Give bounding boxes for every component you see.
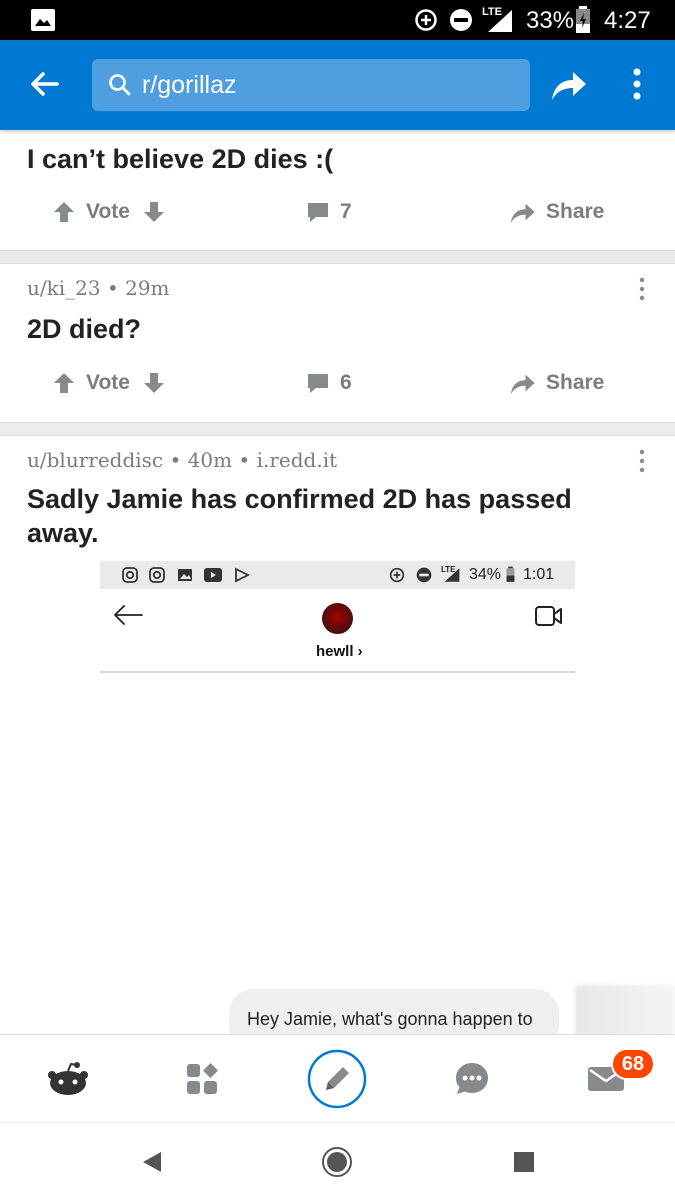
share-label: Share (546, 200, 605, 223)
embedded-status-bar: LTE 34% 1:01 (100, 561, 575, 589)
post-separator (0, 422, 675, 436)
post-age: 29m (125, 276, 170, 300)
play-store-icon (235, 567, 250, 583)
post-actions: Vote 6 Share (0, 363, 675, 403)
gallery-icon (178, 569, 192, 581)
battery-percent: 33% (526, 7, 575, 34)
comment-count: 7 (340, 200, 352, 223)
post-title[interactable]: Sadly Jamie has confirmed 2D has passed … (27, 482, 627, 550)
post-title[interactable]: I can’t believe 2D dies :( (27, 142, 627, 176)
vote-label: Vote (86, 371, 130, 394)
share-button[interactable]: Share (508, 363, 604, 403)
embedded-battery-percent: 34% (469, 566, 502, 583)
video-call-icon (535, 606, 562, 626)
do-not-disturb-icon (416, 567, 432, 583)
home-icon (48, 1062, 88, 1095)
downvote-arrow-icon[interactable] (142, 200, 166, 224)
upvote-arrow-icon[interactable] (52, 371, 76, 395)
instagram-icon (149, 567, 165, 583)
more-vertical-icon[interactable] (622, 64, 652, 104)
gallery-notification-icon (31, 9, 55, 31)
data-saver-icon (389, 567, 405, 583)
post-card[interactable]: I can’t believe 2D dies :( Vote 7 Share (0, 130, 675, 250)
data-saver-icon (415, 9, 437, 31)
bottom-nav (0, 1034, 675, 1122)
embedded-clock: 1:01 (523, 566, 555, 583)
nav-create-post[interactable] (302, 1035, 372, 1123)
comment-icon (308, 374, 328, 393)
system-nav-bar (0, 1122, 675, 1200)
recents-square-icon[interactable] (513, 1151, 535, 1173)
instagram-icon (122, 567, 138, 583)
signal-icon (488, 10, 512, 32)
post-meta: u/ki_23 • 29m (27, 276, 170, 300)
comments-button[interactable]: 6 (306, 363, 352, 403)
nav-home[interactable] (34, 1035, 102, 1123)
battery-icon (506, 566, 515, 582)
post-image[interactable]: LTE 34% 1:01 hewll › (100, 561, 575, 673)
share-icon (510, 203, 535, 224)
upvote-arrow-icon[interactable] (52, 200, 76, 224)
home-circle-icon[interactable] (321, 1146, 353, 1178)
share-label: Share (546, 371, 605, 394)
blurred-region (575, 985, 675, 1040)
post-title[interactable]: 2D died? (27, 312, 627, 346)
post-author[interactable]: u/blurreddisc (27, 448, 163, 472)
avatar (322, 603, 353, 634)
battery-icon (576, 6, 590, 33)
vote-control: Vote (52, 192, 166, 232)
back-arrow-icon[interactable] (24, 64, 64, 104)
create-post-icon (307, 1049, 367, 1109)
embedded-message-text: Hey Jamie, what's gonna happen to (247, 1009, 533, 1029)
vote-control: Vote (52, 363, 166, 403)
status-bar: LTE 33% 4:27 (0, 0, 675, 40)
downvote-arrow-icon[interactable] (142, 371, 166, 395)
inbox-badge: 68 (611, 1048, 655, 1080)
post-actions: Vote 7 Share (0, 192, 675, 232)
post-age: 40m (187, 448, 233, 472)
post-card[interactable]: u/ki_23 • 29m 2D died? Vote 6 Share (0, 264, 675, 422)
nav-communities[interactable] (168, 1035, 236, 1123)
post-separator (0, 250, 675, 264)
search-input[interactable]: r/gorillaz (92, 59, 530, 111)
post-more-icon[interactable] (632, 276, 652, 302)
comments-button[interactable]: 7 (306, 192, 352, 232)
back-arrow-icon (114, 605, 143, 625)
comment-count: 6 (340, 371, 352, 394)
chat-icon (456, 1063, 488, 1094)
post-more-icon[interactable] (632, 448, 652, 474)
app-bar: r/gorillaz (0, 40, 675, 130)
clock: 4:27 (604, 7, 651, 34)
post-domain[interactable]: i.redd.it (257, 448, 338, 472)
post-card[interactable]: u/blurreddisc • 40m • i.redd.it Sadly Ja… (0, 436, 675, 1034)
communities-icon (187, 1063, 218, 1094)
post-meta: u/blurreddisc • 40m • i.redd.it (27, 448, 338, 472)
share-icon[interactable] (548, 64, 588, 104)
search-icon (109, 74, 131, 96)
do-not-disturb-icon (450, 9, 472, 31)
vote-label: Vote (86, 200, 130, 223)
share-button[interactable]: Share (508, 192, 604, 232)
back-triangle-icon[interactable] (140, 1150, 164, 1174)
search-text: r/gorillaz (142, 71, 237, 99)
share-icon (510, 374, 535, 395)
embedded-username: hewll › (316, 643, 363, 660)
post-author[interactable]: u/ki_23 (27, 276, 101, 300)
nav-chat[interactable] (438, 1035, 506, 1123)
signal-icon (444, 568, 460, 582)
youtube-icon (204, 568, 222, 582)
comment-icon (308, 203, 328, 222)
